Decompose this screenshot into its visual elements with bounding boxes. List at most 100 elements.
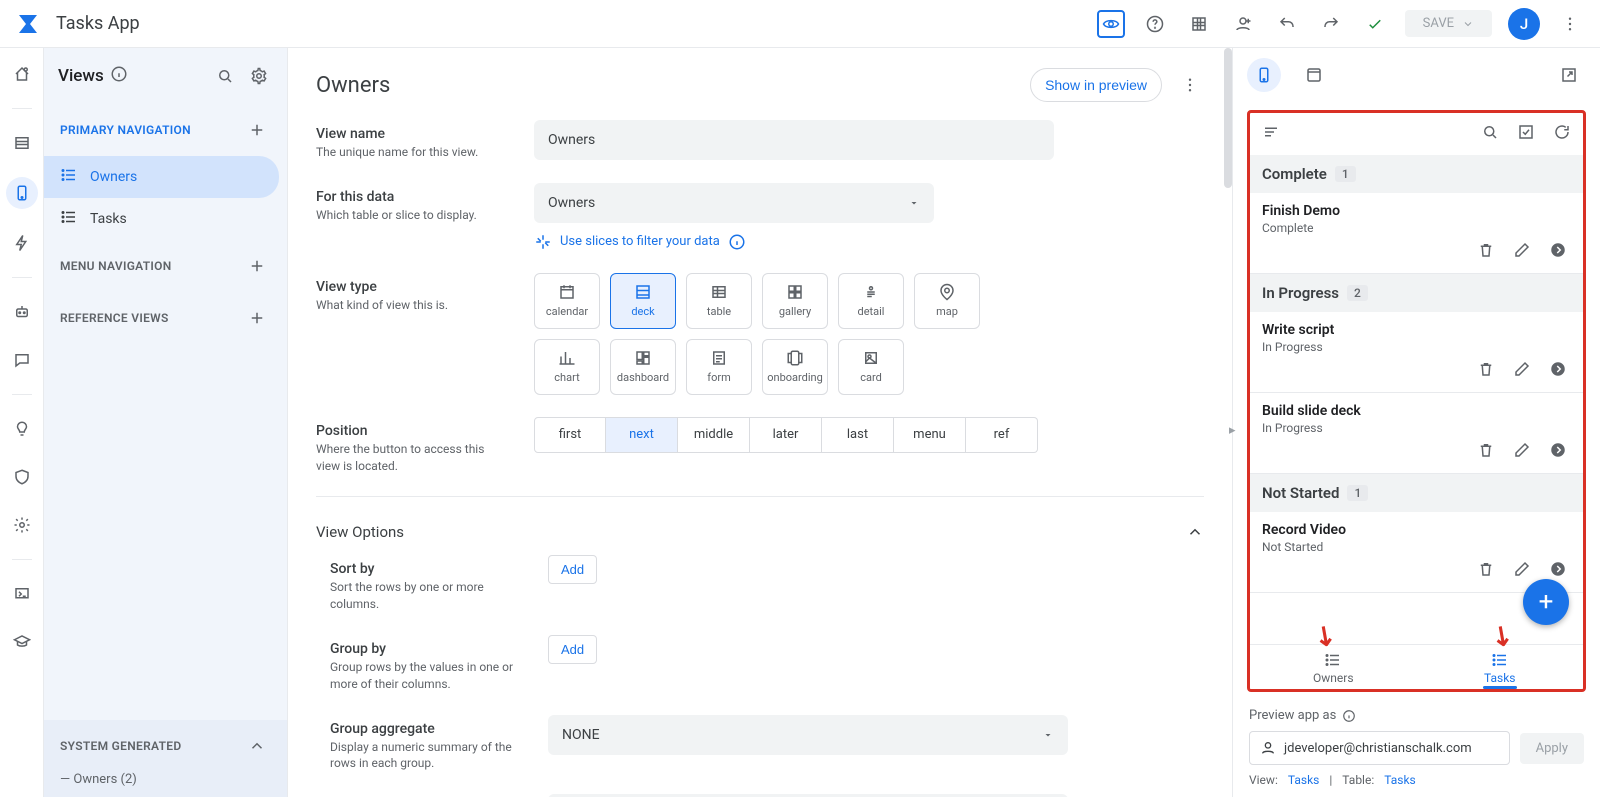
views-panel-title: Views <box>58 66 104 86</box>
view-type-chart[interactable]: chart <box>534 339 600 395</box>
phone-nav-owners-label: Owners <box>1313 671 1354 685</box>
for-data-select[interactable]: Owners <box>534 183 934 223</box>
rail-home-icon[interactable] <box>8 60 36 88</box>
edit-icon[interactable] <box>1513 241 1531 263</box>
delete-icon[interactable] <box>1477 360 1495 382</box>
more-icon[interactable] <box>1556 10 1584 38</box>
add-reference-icon[interactable] <box>243 304 271 332</box>
primary-nav-label: PRIMARY NAVIGATION <box>60 123 191 137</box>
position-next[interactable]: next <box>606 417 678 453</box>
view-name-input[interactable]: Owners <box>534 120 1054 160</box>
undo-icon[interactable] <box>1273 10 1301 38</box>
add-menu-icon[interactable] <box>243 252 271 280</box>
view-type-gallery[interactable]: gallery <box>762 273 828 329</box>
position-later[interactable]: later <box>750 417 822 453</box>
edit-icon[interactable] <box>1513 560 1531 582</box>
chevron-right-icon[interactable] <box>1549 241 1567 263</box>
view-type-form[interactable]: form <box>686 339 752 395</box>
phone-checkbox-icon[interactable] <box>1517 123 1535 145</box>
rail-data-icon[interactable] <box>8 129 36 157</box>
phone-nav-tasks[interactable]: Tasks <box>1417 645 1584 689</box>
nav-item-owners[interactable]: Owners <box>44 156 279 198</box>
preview-toggle-icon[interactable] <box>1097 10 1125 38</box>
sort-by-add-button[interactable]: Add <box>548 555 597 584</box>
rail-settings-icon[interactable] <box>8 511 36 539</box>
view-type-map[interactable]: map <box>914 273 980 329</box>
chevron-right-icon[interactable] <box>1549 560 1567 582</box>
rail-manage-icon[interactable] <box>8 580 36 608</box>
save-button[interactable]: SAVE <box>1405 10 1492 37</box>
gear-icon[interactable] <box>245 62 273 90</box>
topbar-actions: SAVE J <box>1097 8 1592 40</box>
redo-icon[interactable] <box>1317 10 1345 38</box>
show-in-preview-button[interactable]: Show in preview <box>1030 68 1162 102</box>
task-row[interactable]: Record VideoNot Started <box>1250 512 1583 593</box>
topbar: Tasks App SAVE J <box>0 0 1600 48</box>
view-type-deck[interactable]: deck <box>610 273 676 329</box>
chevron-right-icon[interactable] <box>1549 360 1567 382</box>
rail-automation-icon[interactable] <box>8 229 36 257</box>
slices-helper-link[interactable]: Use slices to filter your data <box>534 233 1054 251</box>
info-icon[interactable] <box>110 65 128 87</box>
view-name-desc: The unique name for this view. <box>316 144 506 161</box>
phone-nav-owners[interactable]: Owners <box>1250 645 1417 689</box>
hamburger-icon[interactable] <box>1262 123 1280 145</box>
help-icon[interactable] <box>1141 10 1169 38</box>
task-row[interactable]: Build slide deckIn Progress <box>1250 393 1583 474</box>
group-agg-select[interactable]: NONE <box>548 715 1068 755</box>
rail-views-icon[interactable] <box>6 177 38 209</box>
nav-item-tasks[interactable]: Tasks <box>44 198 279 240</box>
rail-bot-icon[interactable] <box>8 298 36 326</box>
editor-scrollbar[interactable] <box>1224 48 1232 188</box>
appsheet-logo-icon <box>14 10 42 38</box>
position-menu[interactable]: menu <box>894 417 966 453</box>
preview-as-email-input[interactable]: jdeveloper@christianschalk.com <box>1249 731 1510 765</box>
edit-icon[interactable] <box>1513 441 1531 463</box>
preview-mobile-tab[interactable] <box>1247 58 1281 92</box>
delete-icon[interactable] <box>1477 441 1495 463</box>
delete-icon[interactable] <box>1477 560 1495 582</box>
footer-table-link[interactable]: Tasks <box>1384 773 1416 787</box>
section-reference-views: REFERENCE VIEWS <box>44 292 287 344</box>
rail-learn-icon[interactable] <box>8 628 36 656</box>
views-panel: Views PRIMARY NAVIGATION Owners Tasks ME… <box>44 48 288 797</box>
preview-column: ▸ Complete1Finish DemoCompleteIn Progres… <box>1232 48 1600 797</box>
task-row[interactable]: Write scriptIn Progress <box>1250 312 1583 393</box>
edit-icon[interactable] <box>1513 360 1531 382</box>
search-icon[interactable] <box>211 62 239 90</box>
fab-add-button[interactable]: + <box>1523 579 1569 625</box>
position-last[interactable]: last <box>822 417 894 453</box>
avatar[interactable]: J <box>1508 8 1540 40</box>
group-by-add-button[interactable]: Add <box>548 635 597 664</box>
view-type-dashboard[interactable]: dashboard <box>610 339 676 395</box>
add-user-icon[interactable] <box>1229 10 1257 38</box>
expand-handle-icon[interactable]: ▸ <box>1229 423 1236 438</box>
footer-view-link[interactable]: Tasks <box>1288 773 1320 787</box>
view-type-calendar[interactable]: calendar <box>534 273 600 329</box>
chevron-right-icon[interactable] <box>1549 441 1567 463</box>
open-preview-icon[interactable] <box>1552 58 1586 92</box>
view-options-toggle[interactable]: View Options <box>316 517 1204 555</box>
apply-button[interactable]: Apply <box>1520 733 1584 764</box>
position-middle[interactable]: middle <box>678 417 750 453</box>
rail-security-icon[interactable] <box>8 463 36 491</box>
rail-chat-icon[interactable] <box>8 346 36 374</box>
delete-icon[interactable] <box>1477 241 1495 263</box>
position-first[interactable]: first <box>534 417 606 453</box>
position-ref[interactable]: ref <box>966 417 1038 453</box>
system-generated-item[interactable]: — Owners (2) <box>44 772 287 797</box>
view-type-onboarding[interactable]: onboarding <box>762 339 828 395</box>
view-type-card[interactable]: card <box>838 339 904 395</box>
phone-search-icon[interactable] <box>1481 123 1499 145</box>
preview-tablet-tab[interactable] <box>1297 58 1331 92</box>
rail-intel-icon[interactable] <box>8 415 36 443</box>
phone-refresh-icon[interactable] <box>1553 123 1571 145</box>
grid-icon[interactable] <box>1185 10 1213 38</box>
editor-more-icon[interactable] <box>1176 71 1204 99</box>
view-type-detail[interactable]: detail <box>838 273 904 329</box>
add-primary-icon[interactable] <box>243 116 271 144</box>
task-row[interactable]: Finish DemoComplete <box>1250 193 1583 274</box>
section-system-generated[interactable]: SYSTEM GENERATED <box>44 720 287 772</box>
view-type-table[interactable]: table <box>686 273 752 329</box>
editor-column: Owners Show in preview View name The uni… <box>288 48 1232 797</box>
